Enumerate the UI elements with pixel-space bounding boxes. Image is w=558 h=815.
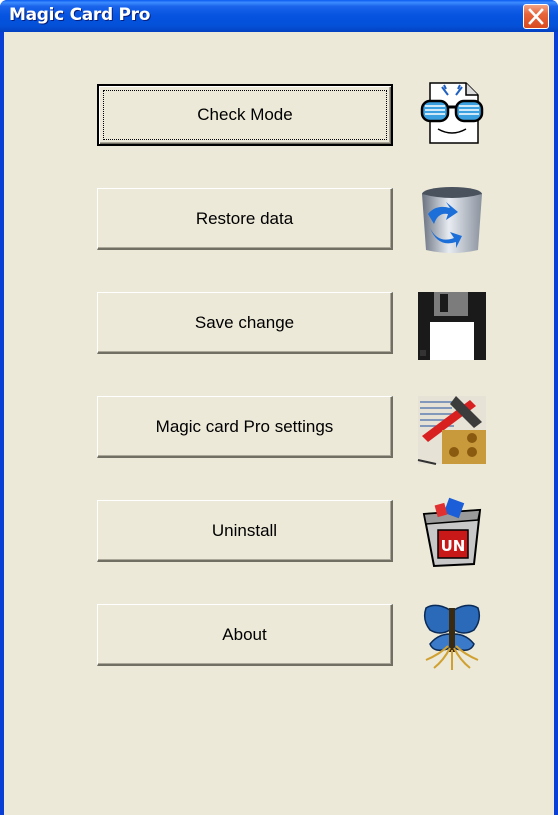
save-change-label: Save change: [194, 312, 295, 332]
floppy-disk-icon: [416, 290, 488, 362]
title-bar[interactable]: Magic Card Pro: [0, 0, 558, 32]
restore-data-button[interactable]: Restore data: [97, 188, 393, 250]
settings-tools-icon: [416, 394, 488, 466]
check-mode-button[interactable]: Check Mode: [97, 84, 393, 146]
restore-data-label: Restore data: [195, 208, 294, 228]
about-label: About: [222, 624, 267, 644]
client-area: Check Mode Restore data Save change Magi…: [4, 32, 554, 815]
restore-bin-icon: [416, 184, 488, 256]
close-button[interactable]: [523, 4, 549, 29]
uninstall-button[interactable]: Uninstall: [97, 500, 393, 562]
window-title: Magic Card Pro: [9, 5, 151, 25]
butterfly-icon: [416, 600, 488, 672]
settings-label: Magic card Pro settings: [155, 416, 334, 436]
save-change-button[interactable]: Save change: [97, 292, 393, 354]
app-window: Magic Card Pro Check Mode Restore data S…: [0, 0, 558, 815]
settings-button[interactable]: Magic card Pro settings: [97, 396, 393, 458]
svg-text:UN: UN: [441, 537, 466, 555]
uninstall-label: Uninstall: [211, 520, 278, 540]
glasses-document-icon: [416, 77, 488, 149]
uninstall-trash-icon: UN: [416, 496, 488, 568]
check-mode-label: Check Mode: [197, 105, 293, 124]
about-button[interactable]: About: [97, 604, 393, 666]
close-icon: [528, 8, 544, 25]
